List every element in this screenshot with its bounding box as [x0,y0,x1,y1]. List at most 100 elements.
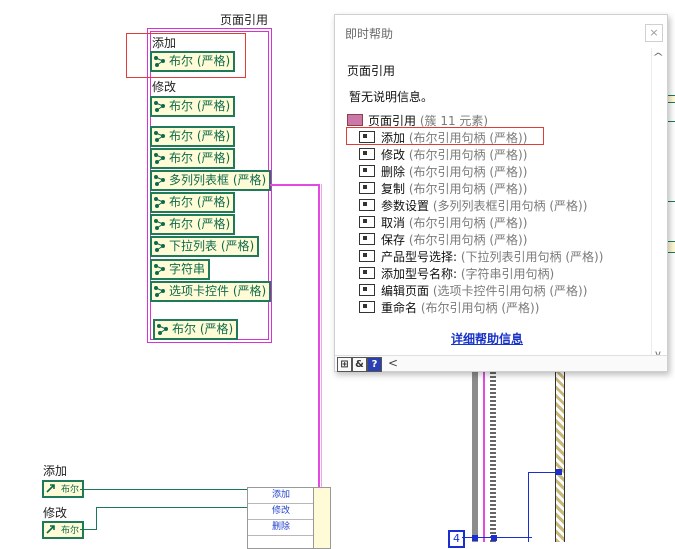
boolean-icon [153,55,167,67]
help-element-name: 编辑页面 [381,284,430,298]
scroll-up-icon[interactable]: ^ [652,52,664,63]
help-element-row: 重命名 (布尔引用句柄 (严格)) [359,299,539,316]
cluster-element-terminal[interactable]: 布尔 (严格) [153,319,239,340]
add-wire[interactable] [80,489,248,490]
blue-wire-h[interactable] [528,472,558,473]
help-heading: 页面引用 [347,64,396,78]
modify-wire-h1[interactable] [80,529,96,530]
help-element-name: 添加 [381,131,406,145]
boolean-icon [153,263,167,275]
bottom-modify-text: 布尔 [61,526,80,536]
arrow-icon [45,523,59,535]
cluster-element-terminal[interactable]: 布尔 (严格) [150,96,236,117]
boolean-icon [153,285,167,297]
refnum-icon [359,199,375,211]
striped-wire[interactable] [490,370,496,542]
terminal-label: 字符串 [169,262,206,276]
cluster-element-terminal[interactable]: 多列列表框 (严格) [150,170,272,191]
help-element-row: 删除 (布尔引用句柄 (严格)) [359,163,527,180]
cluster-wire-inner [321,184,322,488]
close-icon[interactable]: × [645,24,663,42]
terminal-label: 布尔 (严格) [169,99,231,113]
modify-label: 修改 [152,80,177,94]
context-help-window[interactable]: 即时帮助 × 页面引用 暂无说明信息。 页面引用 (簇 11 元素) 添加 (布… [334,14,668,372]
help-element-row: 产品型号选择: (下拉列表引用句柄 (严格)) [359,248,603,265]
terminal-label: 布尔 (严格) [172,322,234,336]
refnum-icon [359,301,375,313]
cluster-title: 页面引用 [220,13,269,27]
bottom-modify-terminal[interactable]: 布尔 [42,521,85,539]
help-element-type: (布尔引用句柄 (严格)) [408,148,528,162]
detailed-help-link[interactable]: 详细帮助信息 [451,330,523,347]
arrow-icon [45,482,59,494]
blue-junction-3 [472,535,478,541]
refnum-icon [359,250,375,262]
modify-wire-v[interactable] [96,507,97,530]
terminal-label: 布尔 (严格) [169,217,231,231]
help-element-name: 添加型号名称: [381,267,458,281]
eye-icon[interactable]: & [352,357,367,372]
cluster-element-terminal[interactable]: 布尔 (严格) [150,126,236,147]
tan-striped-wire[interactable] [555,370,565,542]
terminal-label: 布尔 (严格) [169,129,231,143]
boolean-icon [153,218,167,230]
help-cluster-sub: (簇 11 元素) [419,114,489,128]
refnum-icon [359,165,375,177]
help-element-row: 保存 (布尔引用句柄 (严格)) [359,231,527,248]
unbundle-item-add[interactable]: 添加 [248,488,314,504]
help-element-name: 取消 [381,216,406,230]
help-element-row: 添加 (布尔引用句柄 (严格)) [359,129,527,146]
help-bottom-bar: ⊞ & ? < [335,355,667,372]
terminal-label: 布尔 (严格) [169,54,231,68]
help-element-name: 复制 [381,182,406,196]
numeric-constant[interactable]: 4 [448,530,465,548]
blue-wire-v[interactable] [528,472,529,542]
pink-wire-right[interactable] [483,370,485,542]
unbundle-item-modify[interactable]: 修改 [248,504,314,520]
help-element-name: 删除 [381,165,406,179]
help-element-type: (布尔引用句柄 (严格)) [408,216,528,230]
help-element-row: 修改 (布尔引用句柄 (严格)) [359,146,527,163]
lock-icon[interactable]: ⊞ [337,357,352,372]
boolean-icon [153,100,167,112]
terminal-label: 下拉列表 (严格) [169,239,255,253]
help-element-row: 编辑页面 (选项卡控件引用句柄 (严格)) [359,282,587,299]
help-element-row: 添加型号名称: (字符串引用句柄) [359,265,554,282]
terminal-label: 布尔 (严格) [169,151,231,165]
refnum-icon [359,267,375,279]
refnum-icon [359,216,375,228]
cluster-element-terminal[interactable]: 下拉列表 (严格) [150,236,260,257]
bottom-add-terminal[interactable]: 布尔 [42,480,85,498]
help-element-row: 取消 (布尔引用句柄 (严格)) [359,214,527,231]
terminal-label: 多列列表框 (严格) [169,173,267,187]
cluster-element-terminal[interactable]: 布尔 (严格) [150,192,236,213]
help-icon[interactable]: ? [367,357,382,372]
cluster-element-terminal[interactable]: 布尔 (严格) [150,148,236,169]
unbundle-item-delete[interactable]: 删除 [248,520,314,536]
scroll-left-icon[interactable]: < [388,356,398,370]
help-description: 暂无说明信息。 [349,90,434,104]
blue-junction [556,469,562,475]
help-element-row: 参数设置 (多列列表框引用句柄 (严格)) [359,197,587,214]
refnum-icon [359,131,375,143]
boolean-icon [153,196,167,208]
gray-wire[interactable] [472,370,478,542]
vertical-scrollbar[interactable]: ^ v [651,48,667,360]
cluster-element-terminal[interactable]: 字符串 [150,259,211,280]
cluster-element-terminal[interactable]: 布尔 (严格) [150,214,236,235]
bottom-modify-label: 修改 [43,506,68,520]
help-element-type: (布尔引用句柄 (严格)) [420,301,540,315]
refnum-icon [359,233,375,245]
cluster-element-terminal[interactable]: 布尔 (严格) [150,51,236,72]
help-window-title: 即时帮助 [345,27,394,41]
cluster-wire-vertical[interactable] [318,184,320,488]
cluster-element-terminal[interactable]: 选项卡控件 (严格) [150,281,272,302]
help-element-type: (布尔引用句柄 (严格)) [408,182,528,196]
unbundle-by-name[interactable]: 添加 修改 删除 [247,487,315,549]
refnum-icon [359,284,375,296]
modify-wire-h2[interactable] [96,507,248,508]
bundler-side [313,487,331,549]
terminal-label: 布尔 (严格) [169,195,231,209]
cluster-wire[interactable] [270,184,320,186]
add-label: 添加 [152,36,177,50]
